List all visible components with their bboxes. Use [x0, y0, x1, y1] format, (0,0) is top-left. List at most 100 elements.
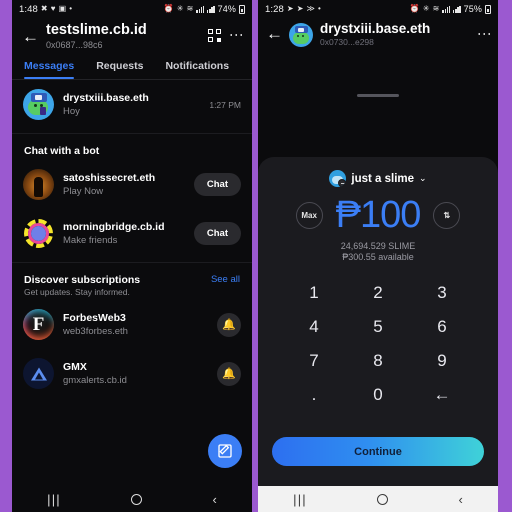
- discover-subtitle: Get updates. Stay informed.: [24, 287, 130, 297]
- key-1[interactable]: 1: [282, 276, 346, 310]
- drag-handle[interactable]: [357, 94, 399, 97]
- chat-button[interactable]: Chat: [193, 173, 241, 196]
- dot-icon: •: [318, 4, 321, 13]
- swap-arrows-icon[interactable]: ⇅: [433, 201, 461, 229]
- backspace-icon[interactable]: ←: [410, 378, 474, 412]
- left-phone-screen: 1:48 ✖ ♥ ▣ • ⏰ ✳ ≋ 74% ← testslime.cb.id…: [12, 0, 252, 512]
- key-8[interactable]: 8: [346, 344, 410, 378]
- bell-icon[interactable]: 🔔: [217, 361, 241, 386]
- key-3[interactable]: 3: [410, 276, 474, 310]
- token-selector[interactable]: just a slime ⌄: [258, 170, 498, 187]
- gmx-avatar: [23, 358, 54, 389]
- key-7[interactable]: 7: [282, 344, 346, 378]
- key-4[interactable]: 4: [282, 310, 346, 344]
- wifi-icon: ≋: [186, 4, 194, 13]
- conversation-time: 1:27 PM: [209, 99, 241, 110]
- key-2[interactable]: 2: [346, 276, 410, 310]
- tab-requests[interactable]: Requests: [96, 60, 143, 79]
- right-phone-screen: 1:28 ➤ ➤ ≫ • ⏰ ✳ ≋ 75% ← drystxiii.base.…: [258, 0, 498, 512]
- kebab-menu-icon[interactable]: ⋮: [477, 21, 493, 41]
- right-nav-bar: ||| ‹: [258, 486, 498, 512]
- bot-desc: Make friends: [63, 234, 118, 246]
- subscription-desc: web3forbes.eth: [63, 325, 128, 337]
- bot-row-morningbridge[interactable]: morningbridge.cb.id Make friends Chat: [12, 209, 252, 258]
- alarm-icon: ⏰: [409, 4, 420, 13]
- conversation-name: drystxiii.base.eth: [63, 91, 149, 104]
- status-bar-right: ⏰ ✳ ≋ 75%: [410, 4, 491, 14]
- slime-avatar: [23, 89, 54, 120]
- slime-token-icon: [329, 170, 347, 187]
- key-6[interactable]: 6: [410, 310, 474, 344]
- screenshot-stage: 1:48 ✖ ♥ ▣ • ⏰ ✳ ≋ 74% ← testslime.cb.id…: [0, 0, 512, 512]
- bell-icon[interactable]: 🔔: [217, 312, 241, 337]
- wifi-icon: ≋: [432, 4, 440, 13]
- status-bar-right: ⏰ ✳ ≋ 74%: [164, 4, 245, 14]
- wallet-address: 0x0730...e298: [320, 37, 374, 47]
- tab-notifications[interactable]: Notifications: [165, 60, 229, 79]
- bot-section-title: Chat with a bot: [24, 145, 100, 157]
- section-divider: [12, 133, 252, 134]
- alarm-icon: ⏰: [163, 4, 174, 13]
- bot-text: morningbridge.cb.id Make friends: [63, 221, 185, 247]
- recents-button[interactable]: |||: [47, 492, 61, 507]
- signal-bars-icon: [442, 5, 451, 13]
- key-0[interactable]: 0: [346, 378, 410, 412]
- battery-icon: [239, 4, 245, 14]
- bot-desc: Play Now: [63, 185, 104, 197]
- forbes-avatar: F: [23, 309, 54, 340]
- send-amount-sheet: just a slime ⌄ Max ₱100 ⇅ 24,694.529 SLI…: [258, 157, 498, 486]
- status-time: 1:28: [265, 3, 284, 15]
- discover-section-header: Discover subscriptions See all Get updat…: [12, 267, 252, 300]
- subscription-name: ForbesWeb3: [63, 311, 126, 324]
- home-circle-icon[interactable]: [377, 493, 389, 505]
- tab-messages[interactable]: Messages: [24, 60, 75, 79]
- bot-row-satoshi[interactable]: satoshissecret.eth Play Now Chat: [12, 160, 252, 209]
- home-circle-icon[interactable]: [131, 493, 143, 505]
- back-chevron-icon[interactable]: ‹: [212, 492, 216, 507]
- signal-bars-icon: [196, 5, 205, 13]
- chevron-down-icon: ⌄: [419, 173, 427, 183]
- tab-bar: Messages Requests Notifications: [12, 60, 252, 79]
- status-bar-left: 1:28 ➤ ➤ ≫ •: [265, 4, 321, 15]
- qr-code-icon[interactable]: [208, 28, 221, 42]
- subscription-row-forbes[interactable]: F ForbesWeb3 web3forbes.eth 🔔: [12, 300, 252, 349]
- header-title-group: testslime.cb.id 0x0687...98c6: [44, 22, 208, 51]
- conversation-text: drystxiii.base.eth Hoy: [63, 92, 200, 118]
- signal-bars-2-icon: [453, 5, 461, 13]
- subscription-row-gmx[interactable]: GMX gmxalerts.cb.id 🔔: [12, 349, 252, 398]
- heart-icon: ♥: [50, 4, 56, 13]
- right-header: ← drystxiii.base.eth 0x0730...e298 ⋮: [258, 18, 498, 48]
- battery-icon: [485, 4, 491, 14]
- back-arrow-icon[interactable]: ←: [22, 22, 44, 45]
- left-status-bar: 1:48 ✖ ♥ ▣ • ⏰ ✳ ≋ 74%: [12, 0, 252, 18]
- send-icon: ➤: [286, 4, 294, 13]
- subscription-desc: gmxalerts.cb.id: [63, 374, 127, 386]
- wallet-address: 0x0687...98c6: [46, 40, 103, 50]
- token-name: just a slime: [351, 172, 415, 185]
- left-header: ← testslime.cb.id 0x0687...98c6 ⋮: [12, 18, 252, 51]
- header-title-group: drystxiii.base.eth 0x0730...e298: [320, 21, 472, 48]
- back-arrow-icon[interactable]: ←: [266, 21, 283, 42]
- conversation-row[interactable]: drystxiii.base.eth Hoy 1:27 PM: [12, 80, 252, 129]
- amount-display: ₱100: [335, 194, 422, 236]
- page-title: testslime.cb.id: [46, 22, 147, 38]
- continue-button[interactable]: Continue: [272, 437, 484, 466]
- status-bar-left: 1:48 ✖ ♥ ▣ •: [19, 4, 72, 15]
- battery-percent: 74%: [217, 4, 236, 14]
- compose-icon[interactable]: [208, 434, 242, 468]
- key-9[interactable]: 9: [410, 344, 474, 378]
- max-button[interactable]: Max: [295, 201, 323, 229]
- back-chevron-icon[interactable]: ‹: [458, 492, 462, 507]
- key-5[interactable]: 5: [346, 310, 410, 344]
- see-all-link[interactable]: See all: [211, 274, 240, 285]
- subscription-text: ForbesWeb3 web3forbes.eth: [63, 312, 208, 338]
- header-actions: ⋮: [208, 22, 245, 42]
- signal-bars-2-icon: [207, 5, 215, 13]
- morningbridge-avatar: [23, 218, 54, 249]
- key-decimal[interactable]: .: [282, 378, 346, 412]
- dot-icon: •: [69, 4, 73, 13]
- kebab-menu-icon[interactable]: ⋮: [229, 28, 245, 42]
- chat-button[interactable]: Chat: [193, 222, 241, 245]
- recents-button[interactable]: |||: [293, 492, 307, 507]
- balance-fiat: ₱300.55 available: [342, 252, 414, 262]
